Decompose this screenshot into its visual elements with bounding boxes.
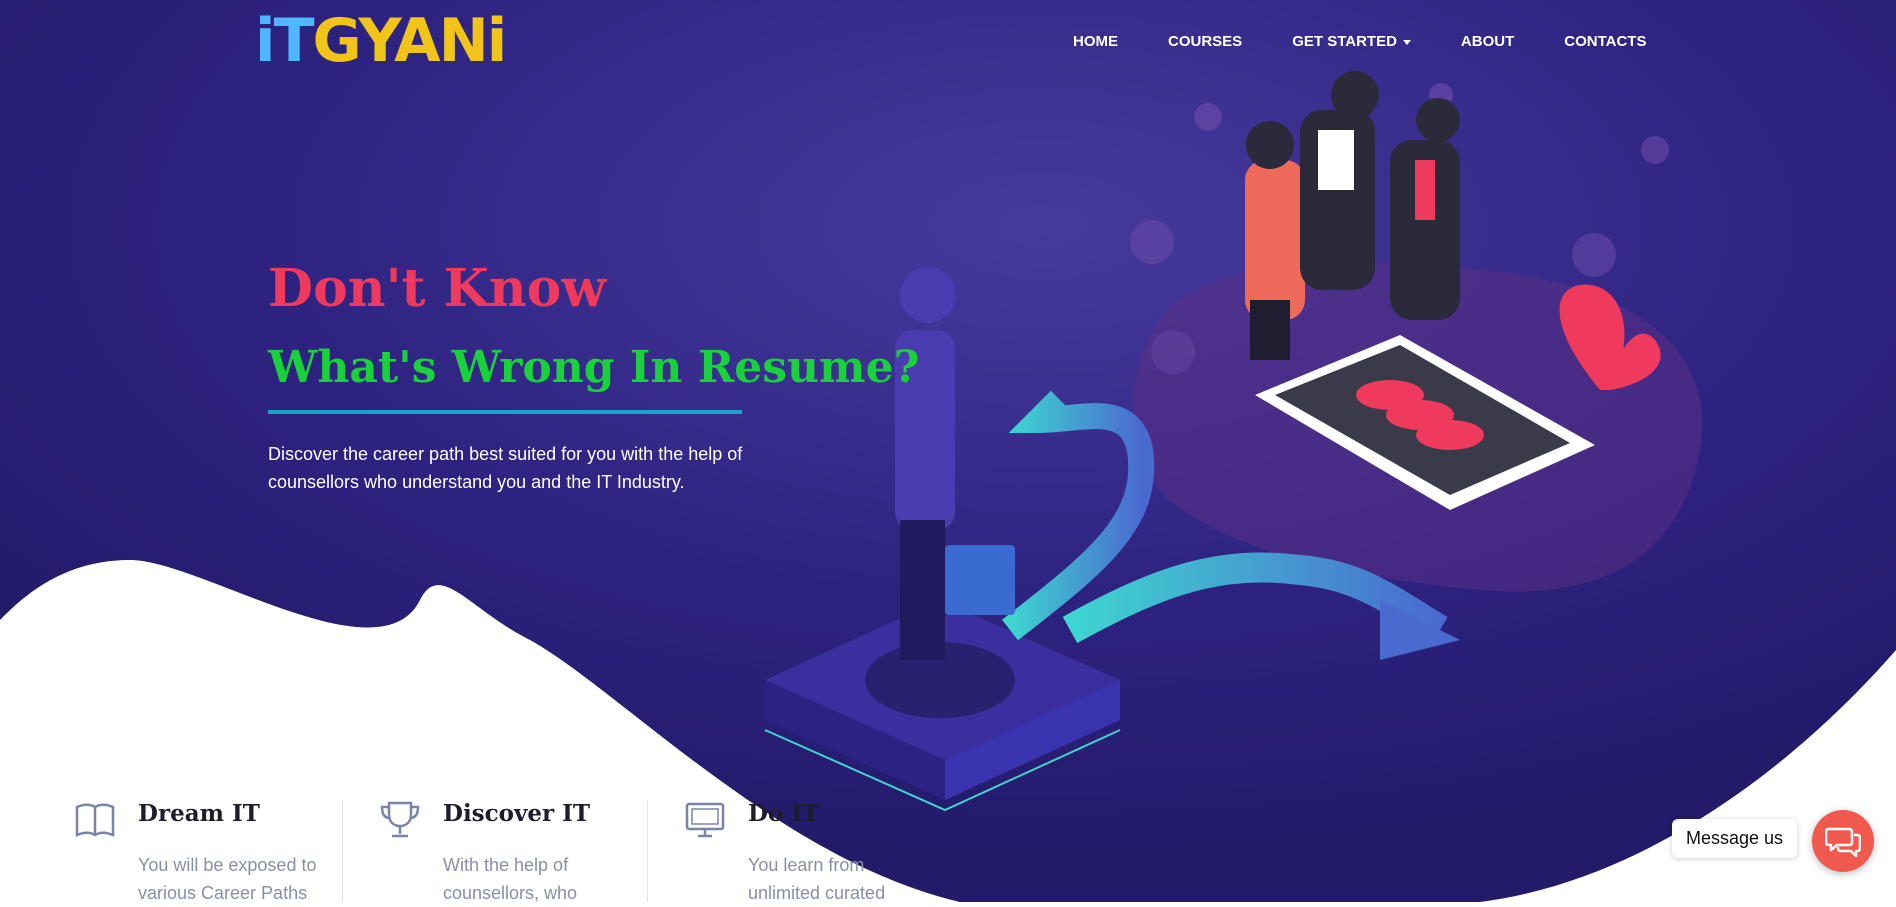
feature-text: You learn from unlimited curated bbox=[748, 855, 886, 903]
logo-gyani-text: GYANi bbox=[312, 6, 508, 76]
feature-title: Dream IT bbox=[138, 800, 260, 827]
hero-headline-line1: Don't Know bbox=[268, 258, 607, 319]
nav-item-home[interactable]: HOME bbox=[1073, 33, 1118, 50]
hero-description: Discover the career path best suited for… bbox=[268, 444, 743, 492]
feature-do-it: Do IT You learn from unlimited curated bbox=[680, 795, 980, 903]
chat-bubbles-icon bbox=[1825, 827, 1861, 857]
feature-divider bbox=[342, 800, 343, 902]
nav-item-about[interactable]: ABOUT bbox=[1461, 33, 1514, 50]
feature-title: Do IT bbox=[748, 800, 820, 827]
trophy-icon bbox=[380, 801, 420, 838]
chat-button[interactable] bbox=[1812, 810, 1874, 872]
feature-divider bbox=[647, 800, 648, 902]
brand-logo[interactable]: iT GYANi bbox=[255, 6, 508, 76]
book-icon bbox=[75, 803, 115, 837]
nav-item-get-started-label: GET STARTED bbox=[1292, 33, 1397, 50]
nav-item-contacts[interactable]: CONTACTS bbox=[1564, 33, 1646, 50]
feature-text: With the help of counsellors, who bbox=[443, 855, 578, 903]
main-nav: HOME COURSES GET STARTED ABOUT CONTACTS bbox=[1073, 33, 1696, 50]
nav-item-get-started[interactable]: GET STARTED bbox=[1292, 33, 1411, 50]
caret-down-icon bbox=[1402, 39, 1411, 45]
nav-item-courses[interactable]: COURSES bbox=[1168, 33, 1242, 50]
feature-text: You will be exposed to various Career Pa… bbox=[138, 855, 317, 903]
monitor-icon bbox=[685, 802, 725, 838]
hero-headline-line2: What's Wrong In Resume? bbox=[268, 342, 920, 393]
feature-title: Discover IT bbox=[443, 800, 590, 827]
logo-it-text: iT bbox=[255, 6, 314, 76]
feature-dream-it: Dream IT You will be exposed to various … bbox=[70, 795, 370, 903]
feature-discover-it: Discover IT With the help of counsellors… bbox=[375, 795, 675, 903]
message-us-label[interactable]: Message us bbox=[1672, 819, 1798, 858]
headline-underline bbox=[268, 410, 742, 414]
hero-section: iT GYANi HOME COURSES GET STARTED ABOUT C… bbox=[0, 0, 1896, 902]
features-row: Dream IT You will be exposed to various … bbox=[70, 795, 1070, 903]
